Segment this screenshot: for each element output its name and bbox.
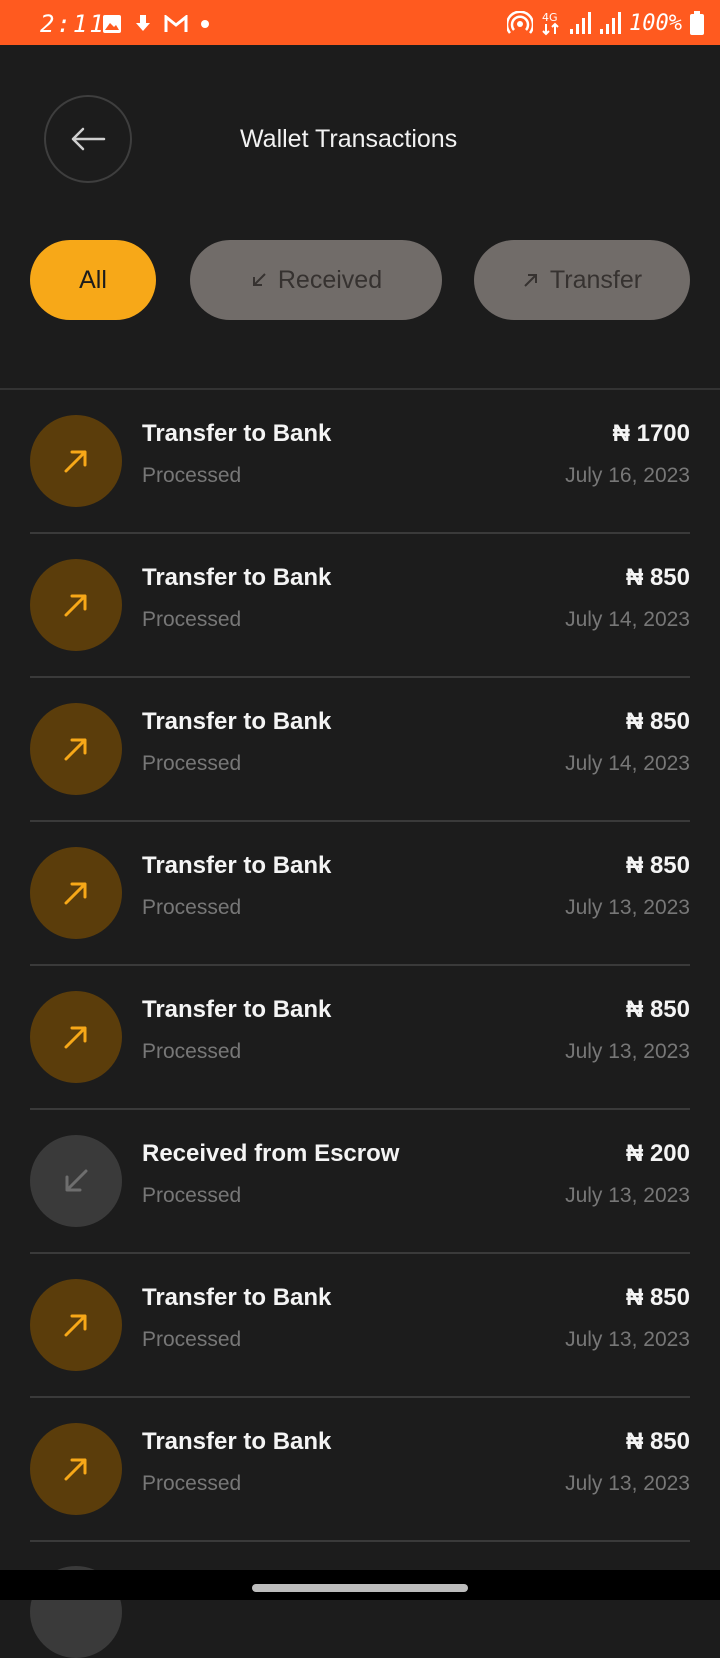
transaction-amount: ₦ 850: [625, 708, 690, 735]
transaction-status: Processed: [142, 608, 242, 631]
home-gesture-bar[interactable]: [252, 1584, 468, 1592]
transaction-amount: ₦ 850: [625, 852, 690, 879]
filter-transfer-button[interactable]: Transfer: [474, 240, 690, 320]
header: Wallet Transactions: [0, 45, 720, 195]
filter-received-label: Received: [277, 265, 383, 294]
transaction-amount: ₦ 850: [625, 564, 690, 591]
filter-all-button[interactable]: All: [30, 240, 156, 320]
transaction-status: Processed: [142, 1328, 242, 1351]
arrow-up-right-icon: [30, 1423, 122, 1515]
transaction-title: Transfer to Bank: [142, 996, 332, 1023]
transaction-amount: ₦ 850: [625, 1428, 690, 1455]
transaction-date: July 16, 2023: [565, 464, 690, 487]
page-title: Wallet Transactions: [240, 125, 458, 153]
transaction-title: Transfer to Bank: [142, 1284, 332, 1311]
transaction-title: Transfer to Bank: [142, 708, 332, 735]
download-icon: [136, 15, 150, 31]
4g-icon: 4G: [542, 11, 559, 36]
gmail-icon: [164, 15, 188, 32]
back-button[interactable]: [44, 95, 132, 183]
arrow-up-right-icon: [30, 703, 122, 795]
transaction-amount: ₦ 850: [625, 1284, 690, 1311]
transaction-date: July 14, 2023: [565, 752, 690, 775]
system-icons: 4G 100%: [507, 10, 704, 36]
arrow-up-right-icon: [30, 1279, 122, 1371]
battery-percent: 100%: [629, 10, 682, 36]
transaction-amount: ₦ 1700: [612, 420, 690, 447]
signal-icon: [600, 12, 622, 34]
transaction-status: Processed: [142, 752, 242, 775]
arrow-left-icon: [71, 127, 106, 151]
transaction-status: Processed: [142, 1184, 242, 1207]
transaction-status: Processed: [142, 1040, 242, 1063]
notification-icons: [102, 14, 210, 34]
transaction-row[interactable]: Transfer to Bank Processed ₦ 850 July 13, 2…: [30, 966, 690, 1110]
transaction-status: Processed: [142, 1472, 242, 1495]
transaction-row[interactable]: Received from Escrow Processed ₦ 200 July 1…: [30, 1110, 690, 1254]
transaction-date: July 14, 2023: [565, 608, 690, 631]
status-bar: 2:11 4G 100%: [0, 0, 720, 45]
hotspot-icon: [507, 11, 534, 34]
image-icon: [103, 15, 121, 33]
transaction-date: July 13, 2023: [565, 1472, 690, 1495]
transaction-title: Transfer to Bank: [142, 1428, 332, 1455]
arrow-up-right-icon: [30, 991, 122, 1083]
svg-text:4G: 4G: [542, 11, 558, 24]
transaction-title: Transfer to Bank: [142, 420, 332, 447]
arrow-down-left-icon: [252, 273, 266, 286]
transaction-row[interactable]: Transfer to Bank Processed ₦ 850 July 14, 2…: [30, 678, 690, 822]
transaction-status: Processed: [142, 896, 242, 919]
battery-icon: [690, 11, 704, 35]
transaction-title: Transfer to Bank: [142, 564, 332, 591]
transaction-date: July 13, 2023: [565, 1040, 690, 1063]
status-time: 2:11: [40, 10, 106, 38]
arrow-down-left-icon: [30, 1135, 122, 1227]
transaction-row[interactable]: Transfer to Bank Processed ₦ 850 July 13, 2…: [30, 1254, 690, 1398]
arrow-up-right-icon: [30, 559, 122, 651]
transaction-amount: ₦ 200: [625, 1140, 690, 1167]
arrow-up-right-icon: [30, 847, 122, 939]
filter-chips: All Received Transfer: [0, 240, 720, 320]
arrow-up-right-icon: [524, 274, 537, 287]
transaction-row[interactable]: Transfer to Bank Processed ₦ 1700 July 16, …: [30, 390, 690, 534]
transaction-date: July 13, 2023: [565, 896, 690, 919]
signal-icon: [570, 12, 592, 34]
transaction-date: July 13, 2023: [565, 1328, 690, 1351]
dot-icon: [201, 20, 209, 28]
transaction-title: Received from Escrow: [142, 1140, 400, 1167]
navigation-bar: [0, 1570, 720, 1600]
transaction-list: Transfer to Bank Processed ₦ 1700 July 16, …: [30, 390, 690, 1542]
filter-received-button[interactable]: Received: [190, 240, 442, 320]
transaction-row[interactable]: Transfer to Bank Processed ₦ 850 July 13, 2…: [30, 822, 690, 966]
transaction-row[interactable]: Transfer to Bank Processed ₦ 850 July 14, 2…: [30, 534, 690, 678]
transaction-amount: ₦ 850: [625, 996, 690, 1023]
transaction-date: July 13, 2023: [565, 1184, 690, 1207]
transaction-status: Processed: [142, 464, 242, 487]
transaction-title: Transfer to Bank: [142, 852, 332, 879]
filter-transfer-label: Transfer: [549, 265, 643, 294]
filter-all-label: All: [79, 265, 107, 294]
arrow-up-right-icon: [30, 415, 122, 507]
transaction-row[interactable]: Transfer to Bank Processed ₦ 850 July 13, 2…: [30, 1398, 690, 1542]
